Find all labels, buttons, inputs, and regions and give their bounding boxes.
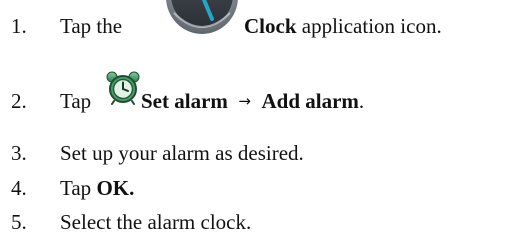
ok-label: OK.: [96, 176, 135, 200]
step-rest: Set alarm → Add alarm.: [141, 89, 364, 114]
step-prefix: Tap: [60, 89, 92, 113]
step-number: 2.: [11, 89, 27, 113]
step-prefix: Tap the: [60, 14, 123, 38]
add-alarm-label: Add alarm: [261, 89, 359, 113]
set-alarm-label: Set alarm: [141, 89, 228, 113]
step-number: 5.: [11, 210, 27, 234]
clock-app-icon: [164, 0, 240, 35]
step-number: 4.: [11, 176, 27, 200]
step-text: Set up your alarm as desired.: [60, 141, 304, 165]
clock-app-name: Clock: [244, 14, 297, 38]
step-suffix: application icon.: [296, 14, 442, 38]
alarm-clock-icon: [106, 71, 140, 105]
step-number: 1.: [11, 14, 27, 38]
step-text: Select the alarm clock.: [60, 210, 252, 234]
step-number: 3.: [11, 141, 27, 165]
right-arrow-icon: →: [238, 92, 251, 110]
step-text: Tap the: [60, 14, 122, 39]
step-text: Tap OK.: [60, 176, 134, 201]
step-rest: Clock application icon.: [244, 14, 442, 39]
step-prefix: Tap: [60, 176, 97, 200]
step-suffix: .: [358, 89, 365, 113]
